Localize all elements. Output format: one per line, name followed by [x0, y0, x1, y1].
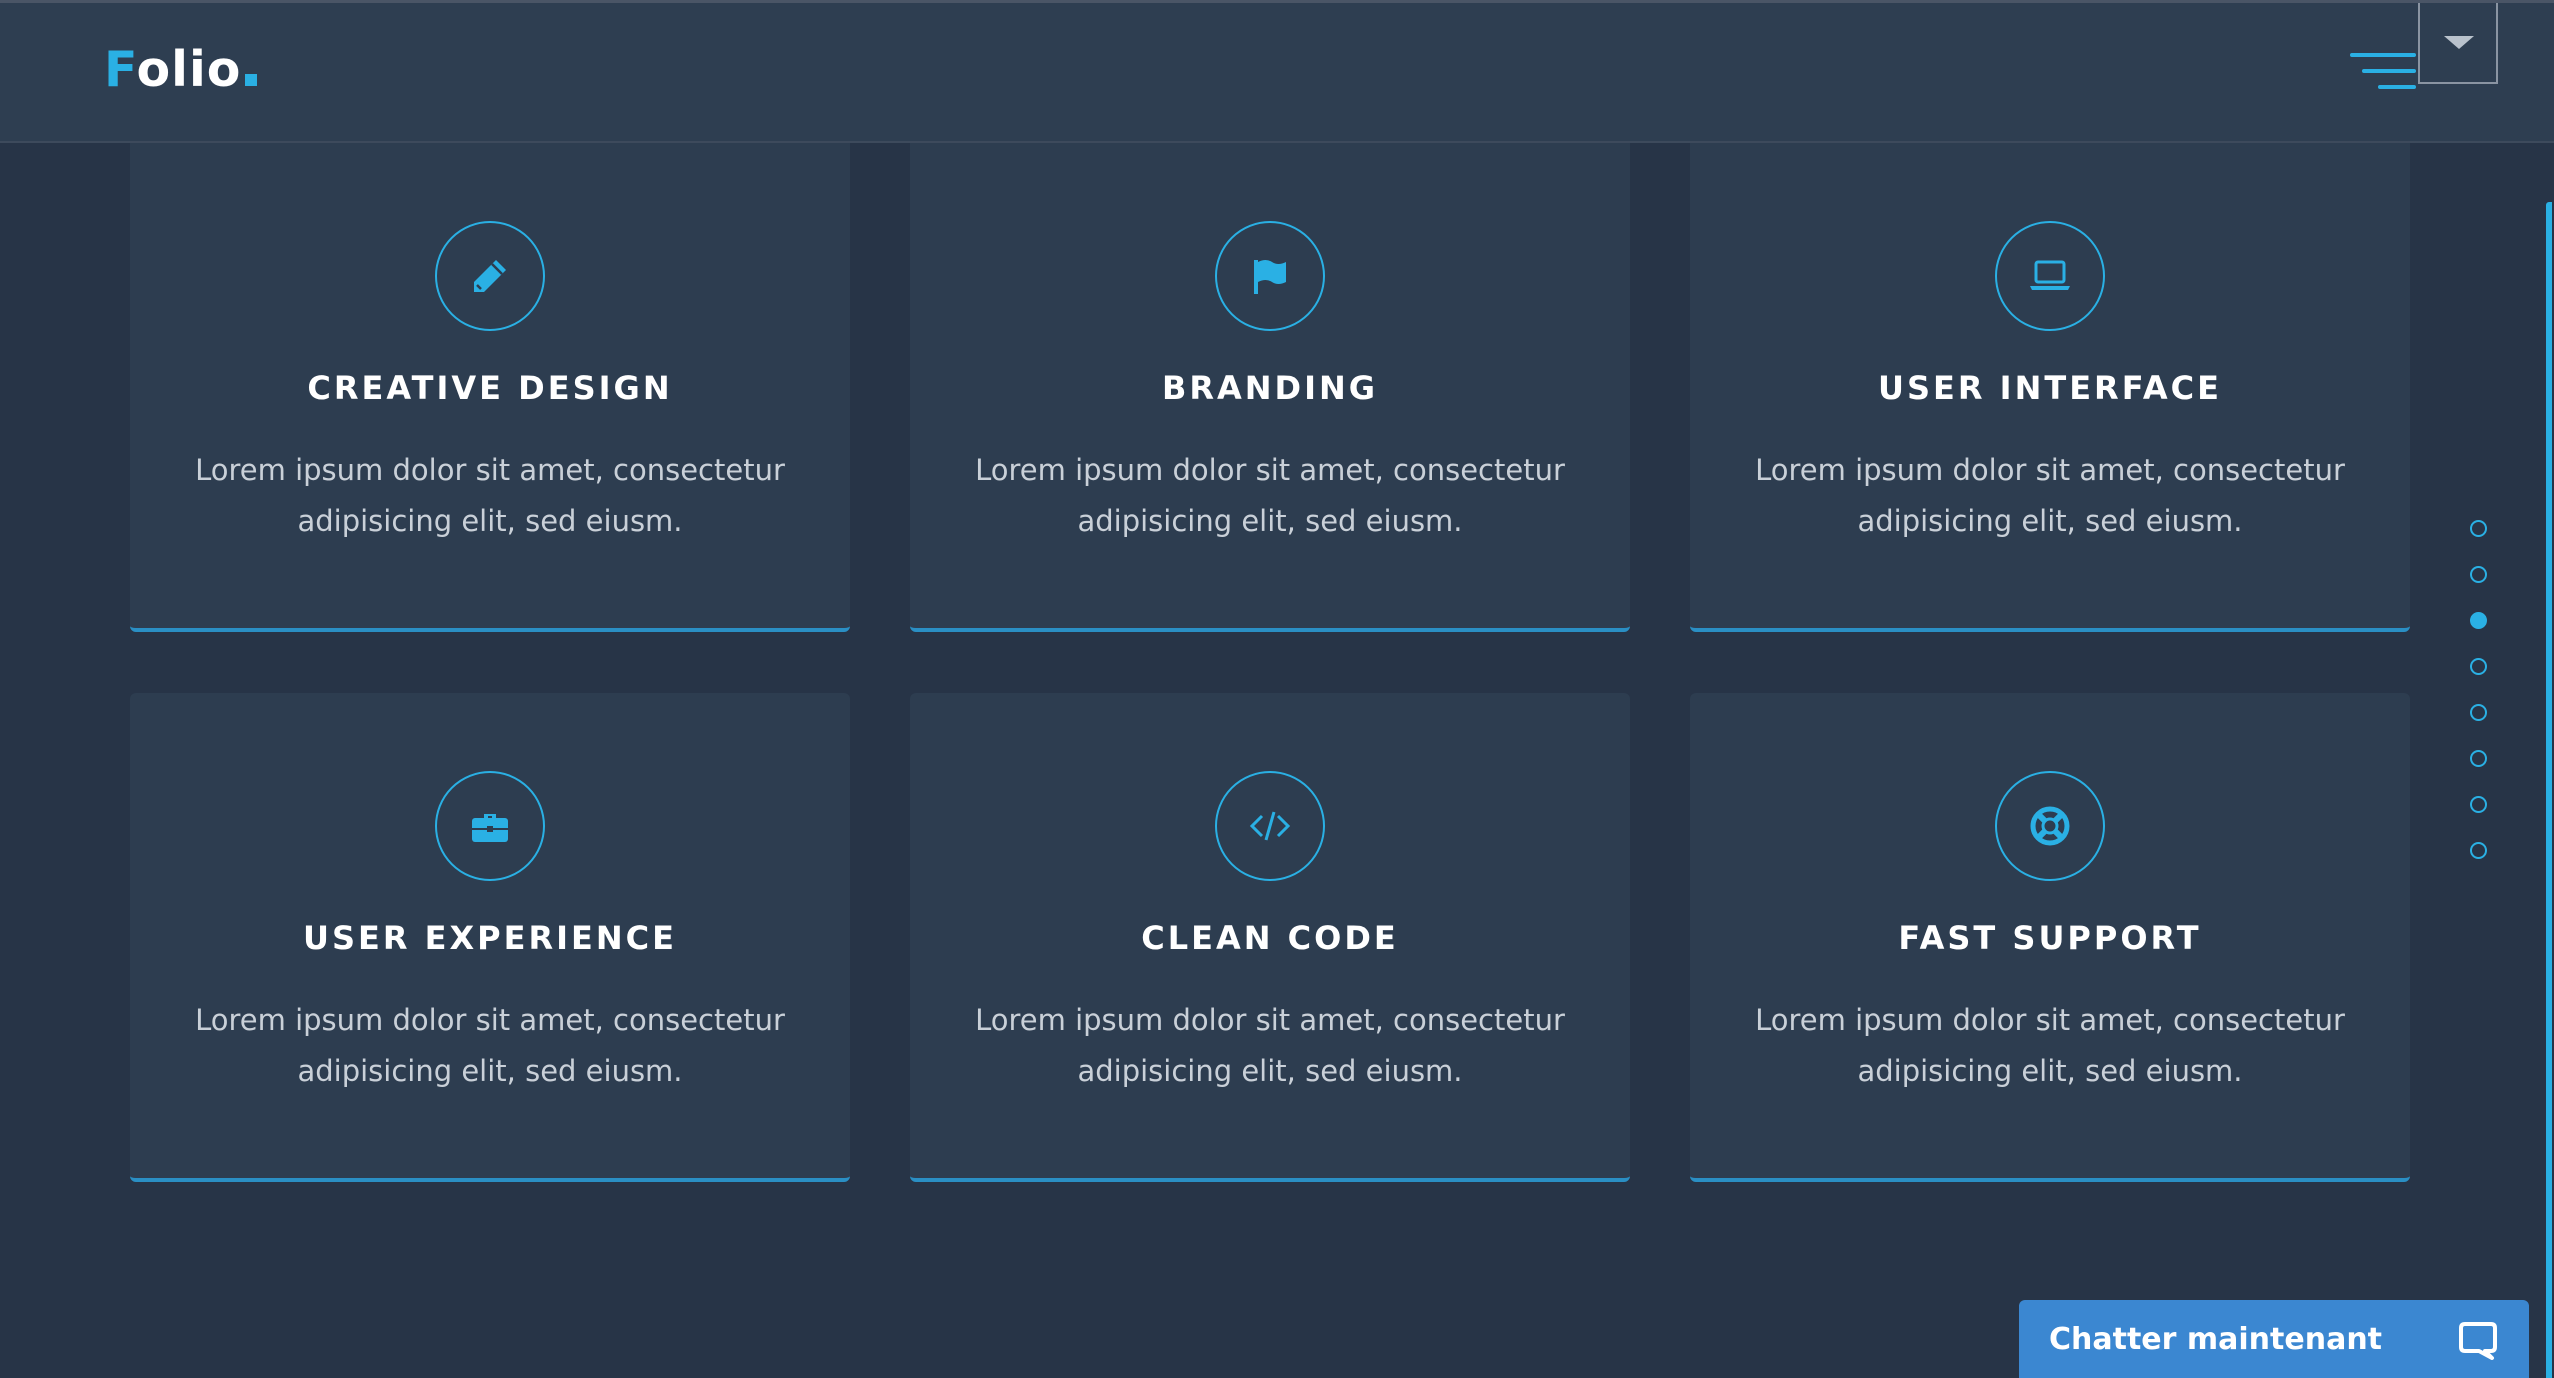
- service-title: CREATIVE DESIGN: [307, 369, 673, 407]
- caret-down-icon[interactable]: [2418, 3, 2498, 84]
- briefcase-icon: [435, 771, 545, 881]
- service-title: BRANDING: [1161, 369, 1379, 407]
- service-card-user-experience: USER EXPERIENCE Lorem ipsum dolor sit am…: [130, 693, 850, 1182]
- section-dot-1[interactable]: [2470, 520, 2487, 537]
- service-description: Lorem ipsum dolor sit amet, consectetur a…: [1755, 453, 2345, 538]
- service-description: Lorem ipsum dolor sit amet, consectetur a…: [195, 1003, 785, 1088]
- service-title: USER EXPERIENCE: [302, 919, 678, 957]
- service-title: CLEAN CODE: [1141, 919, 1399, 957]
- code-icon: [1215, 771, 1325, 881]
- service-title: FAST SUPPORT: [1898, 919, 2202, 957]
- service-card-branding: BRANDING Lorem ipsum dolor sit amet, con…: [910, 143, 1630, 632]
- service-card-creative-design: CREATIVE DESIGN Lorem ipsum dolor sit am…: [130, 143, 850, 632]
- section-dot-2[interactable]: [2470, 566, 2487, 583]
- service-description: Lorem ipsum dolor sit amet, consectetur a…: [975, 453, 1565, 538]
- header: Folio: [0, 0, 2554, 143]
- logo[interactable]: Folio: [104, 41, 258, 98]
- service-card-clean-code: CLEAN CODE Lorem ipsum dolor sit amet, c…: [910, 693, 1630, 1182]
- pencil-icon: [435, 221, 545, 331]
- chat-label: Chatter maintenant: [2049, 1321, 2383, 1357]
- section-dot-6[interactable]: [2470, 750, 2487, 767]
- section-dot-4[interactable]: [2470, 658, 2487, 675]
- flag-icon: [1215, 221, 1325, 331]
- service-description: Lorem ipsum dolor sit amet, consectetur a…: [1755, 1003, 2345, 1088]
- logo-text: olio: [136, 41, 242, 98]
- service-card-user-interface: USER INTERFACE Lorem ipsum dolor sit ame…: [1690, 143, 2410, 632]
- section-dot-5[interactable]: [2470, 704, 2487, 721]
- scrollbar-thumb[interactable]: [2546, 202, 2552, 1378]
- service-description: Lorem ipsum dolor sit amet, consectetur a…: [195, 453, 785, 538]
- section-dot-7[interactable]: [2470, 796, 2487, 813]
- laptop-icon: [1995, 221, 2105, 331]
- service-description: Lorem ipsum dolor sit amet, consectetur a…: [975, 1003, 1565, 1088]
- section-dot-8[interactable]: [2470, 842, 2487, 859]
- logo-dot: [245, 74, 258, 86]
- service-card-fast-support: FAST SUPPORT Lorem ipsum dolor sit amet,…: [1690, 693, 2410, 1182]
- chat-widget-button[interactable]: Chatter maintenant: [2019, 1300, 2529, 1378]
- section-dot-3-active[interactable]: [2470, 612, 2487, 629]
- hamburger-icon[interactable]: [2350, 51, 2416, 93]
- logo-accent-letter: F: [104, 41, 137, 98]
- page: Folio CREATIVE DESIGN Lorem ipsum dolor …: [0, 0, 2554, 1378]
- chat-bubble-icon: [2459, 1322, 2497, 1360]
- lifebuoy-icon: [1995, 771, 2105, 881]
- service-title: USER INTERFACE: [1878, 369, 2222, 407]
